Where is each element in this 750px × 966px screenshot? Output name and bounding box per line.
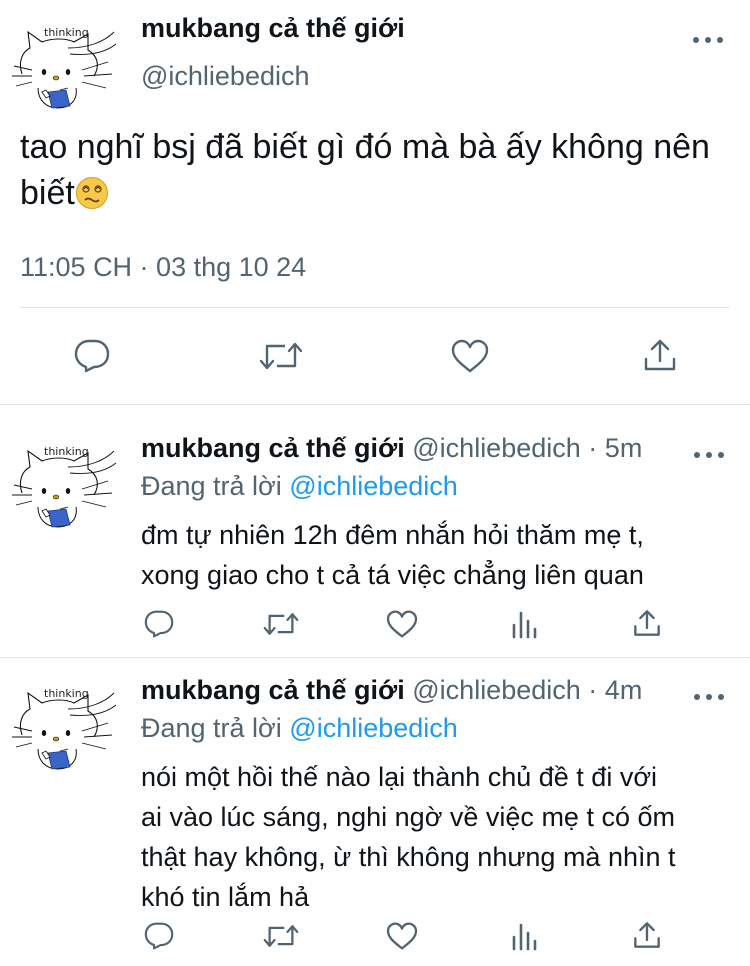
- retweet-button[interactable]: [262, 919, 300, 953]
- reply-tweet[interactable]: thinking mukbang cả thế giới @ichliebedi…: [0, 647, 750, 966]
- avatar[interactable]: thinking: [8, 423, 118, 533]
- replying-to: Đang trả lời @ichliebedich: [141, 471, 458, 502]
- analytics-button[interactable]: [508, 919, 542, 953]
- tweet-text-line: thật hay không, ừ thì không nhưng mà nhì…: [141, 842, 676, 872]
- display-name[interactable]: mukbang cả thế giới: [141, 433, 405, 463]
- main-tweet: thinking mukbang cả thế giới @ichliebedi…: [0, 0, 750, 405]
- tweet-text-line: đm tự nhiên 12h đêm nhắn hỏi thăm mẹ t,: [141, 520, 644, 550]
- share-icon: [634, 610, 660, 636]
- like-button[interactable]: [385, 607, 419, 641]
- more-options-icon[interactable]: [694, 449, 724, 461]
- share-button[interactable]: [630, 605, 664, 641]
- like-icon: [386, 922, 418, 950]
- more-options-icon[interactable]: [694, 691, 724, 703]
- like-button[interactable]: [385, 919, 419, 953]
- display-name[interactable]: mukbang cả thế giới: [141, 675, 405, 705]
- share-button[interactable]: [640, 336, 680, 374]
- reply-button[interactable]: [142, 919, 176, 953]
- display-name[interactable]: mukbang cả thế giới: [141, 13, 405, 44]
- replying-prefix: Đang trả lời: [141, 713, 282, 743]
- tweet-thread: thinking mukbang cả thế giới @ichliebedi…: [0, 0, 750, 966]
- reply-icon: [144, 610, 174, 638]
- reply-time[interactable]: 5m: [605, 433, 643, 463]
- analytics-button[interactable]: [508, 607, 542, 641]
- reply-icon: [144, 922, 174, 950]
- retweet-icon: [259, 342, 303, 370]
- analytics-icon: [512, 611, 537, 639]
- tweet-text-line: xong giao cho t cả tá việc chẳng liên qu…: [141, 560, 644, 590]
- tweet-text-content: tao nghĩ bsj đã biết gì đó mà bà ấy khôn…: [20, 128, 710, 212]
- like-icon: [386, 610, 418, 638]
- divider: [20, 307, 730, 308]
- analytics-icon: [512, 923, 537, 951]
- like-button[interactable]: [450, 338, 490, 374]
- hello-kitty-avatar-icon: [8, 423, 118, 533]
- user-handle[interactable]: @ichliebedich: [412, 675, 581, 705]
- tweet-text: tao nghĩ bsj đã biết gì đó mà bà ấy khôn…: [20, 124, 730, 216]
- dizzy-face-emoji-icon: [75, 177, 108, 209]
- reply-header: mukbang cả thế giới @ichliebedich · 5m: [141, 433, 642, 464]
- tweet-text-line: nói một hồi thế nào lại thành chủ đề t đ…: [141, 762, 658, 792]
- hello-kitty-avatar-icon: [8, 665, 118, 775]
- separator: ·: [588, 433, 598, 463]
- reply-icon: [74, 339, 110, 373]
- more-options-icon[interactable]: [693, 34, 723, 46]
- user-handle[interactable]: @ichliebedich: [141, 61, 310, 92]
- reply-header: mukbang cả thế giới @ichliebedich · 4m: [141, 675, 642, 706]
- tweet-timestamp[interactable]: 11:05 CH · 03 thg 10 24: [20, 252, 306, 283]
- share-icon: [634, 922, 660, 948]
- separator: ·: [588, 675, 598, 705]
- avatar[interactable]: thinking: [8, 4, 118, 114]
- mention-link[interactable]: @ichliebedich: [289, 713, 458, 743]
- reply-button[interactable]: [72, 338, 112, 374]
- replying-prefix: Đang trả lời: [141, 471, 282, 501]
- retweet-button[interactable]: [258, 338, 304, 374]
- retweet-icon: [263, 613, 299, 635]
- mention-link[interactable]: @ichliebedich: [289, 471, 458, 501]
- tweet-text-line: khó tin lắm hả: [141, 882, 310, 912]
- share-button[interactable]: [630, 917, 664, 953]
- replying-to: Đang trả lời @ichliebedich: [141, 713, 458, 744]
- retweet-button[interactable]: [262, 607, 300, 641]
- user-handle[interactable]: @ichliebedich: [412, 433, 581, 463]
- retweet-icon: [263, 925, 299, 947]
- hello-kitty-avatar-icon: [8, 4, 118, 114]
- reply-tweet[interactable]: thinking mukbang cả thế giới @ichliebedi…: [0, 405, 750, 658]
- tweet-text: nói một hồi thế nào lại thành chủ đề t đ…: [141, 757, 731, 917]
- avatar-caption: thinking: [44, 687, 89, 700]
- avatar-caption: thinking: [44, 445, 89, 458]
- reply-time[interactable]: 4m: [605, 675, 643, 705]
- like-icon: [451, 339, 489, 373]
- share-icon: [644, 339, 676, 371]
- reply-button[interactable]: [142, 607, 176, 641]
- avatar[interactable]: thinking: [8, 665, 118, 775]
- avatar-caption: thinking: [44, 26, 89, 39]
- tweet-text-line: ai vào lúc sáng, nghi ngờ về việc mẹ t c…: [141, 802, 675, 832]
- tweet-text: đm tự nhiên 12h đêm nhắn hỏi thăm mẹ t, …: [141, 515, 731, 595]
